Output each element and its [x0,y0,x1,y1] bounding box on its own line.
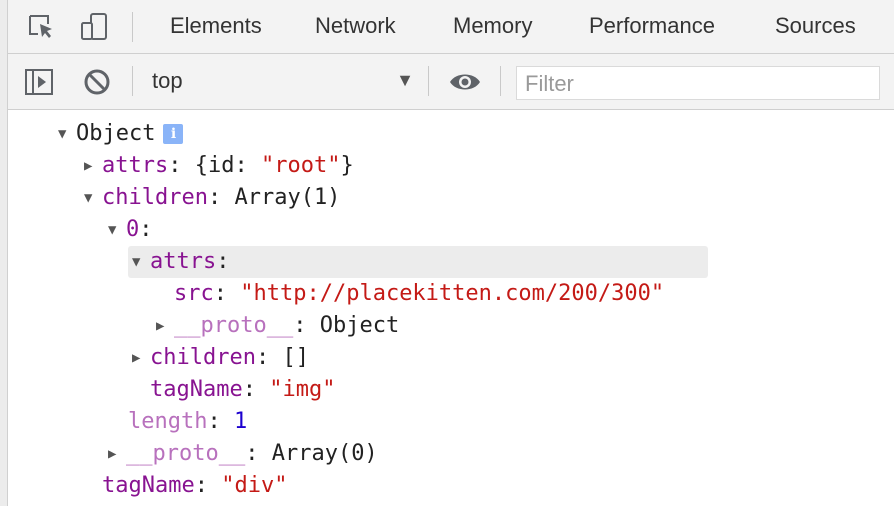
property-key: tagName [102,473,195,498]
toolbar-separator [132,66,133,96]
property-value: Object [319,313,400,338]
property-value: Array(1) [234,185,341,210]
tab-memory[interactable]: Memory [453,13,532,39]
show-sidebar-icon[interactable] [24,67,54,97]
expand-triangle-icon[interactable]: ▼ [58,118,76,150]
context-value: top [152,68,183,93]
property-key: __proto__ [126,441,246,466]
property-key: length [128,409,208,434]
tab-sources[interactable]: Sources [775,13,856,39]
property-key: attrs [150,249,217,274]
inspect-element-icon[interactable] [26,11,58,43]
root-label: Object [76,121,156,146]
device-toolbar-icon[interactable] [78,11,110,43]
tree-row-proto-object[interactable]: ▶ __proto__: Object [156,310,399,342]
tree-row-children[interactable]: ▼ children: Array(1) [84,182,340,214]
filter-input[interactable]: Filter [516,66,880,100]
tree-row-attrs[interactable]: ▶ attrs: {id: "root"} [84,150,354,182]
tab-performance[interactable]: Performance [589,13,715,39]
context-selector[interactable]: top ▼ [150,68,414,96]
tree-row-tagname-div[interactable]: tagName: "div" [102,470,287,502]
property-key: tagName [150,377,243,402]
tree-row-proto-array[interactable]: ▶ __proto__: Array(0) [108,438,378,470]
property-key: children [102,185,208,210]
property-string: "root" [260,153,341,178]
collapse-triangle-icon[interactable]: ▶ [84,150,102,182]
property-value: Array(0) [271,441,378,466]
tree-row-length[interactable]: length: 1 [128,406,247,438]
property-string: "img" [269,377,336,402]
tree-row-root[interactable]: ▼ Object i [58,118,184,150]
property-key: children [150,345,256,370]
tree-row-inner-children[interactable]: ▶ children: [] [132,342,309,374]
dropdown-arrow-icon: ▼ [396,70,414,90]
clear-console-icon[interactable] [82,67,112,97]
property-preview: {id: [194,153,261,178]
info-icon[interactable]: i [163,124,184,144]
expand-triangle-icon[interactable]: ▼ [108,214,126,246]
property-key: attrs [102,153,169,178]
expand-triangle-icon[interactable]: ▼ [132,246,150,278]
property-key: __proto__ [174,313,294,338]
console-toolbar: top ▼ Filter [8,54,894,110]
property-value: [] [282,345,309,370]
tree-row-inner-attrs[interactable]: ▼ attrs: [132,246,229,278]
devtools-tabbar: Elements Network Memory Performance Sour… [8,0,894,54]
collapse-triangle-icon[interactable]: ▶ [108,438,126,470]
tree-row-src[interactable]: src: "http://placekitten.com/200/300" [174,278,664,310]
property-key: 0 [126,217,140,242]
property-number: 1 [233,409,248,434]
tab-elements[interactable]: Elements [170,13,262,39]
toolbar-separator [428,66,429,96]
expand-triangle-icon[interactable]: ▼ [84,182,102,214]
property-string: "http://placekitten.com/200/300" [240,281,665,306]
toolbar-separator [500,66,501,96]
collapse-triangle-icon[interactable]: ▶ [132,342,150,374]
property-string: "div" [221,473,288,498]
live-expression-icon[interactable] [448,67,480,97]
console-object-tree: ▼ Object i ▶ attrs: {id: "root"} ▼ children:… [8,110,894,506]
property-key: src [174,281,214,306]
left-edge [0,0,8,506]
tabbar-separator [132,12,133,42]
tree-row-tagname-img[interactable]: tagName: "img" [150,374,335,406]
property-preview-end: } [340,153,354,178]
tree-row-index-0[interactable]: ▼ 0: [108,214,153,246]
tab-network[interactable]: Network [315,13,396,39]
collapse-triangle-icon[interactable]: ▶ [156,310,174,342]
